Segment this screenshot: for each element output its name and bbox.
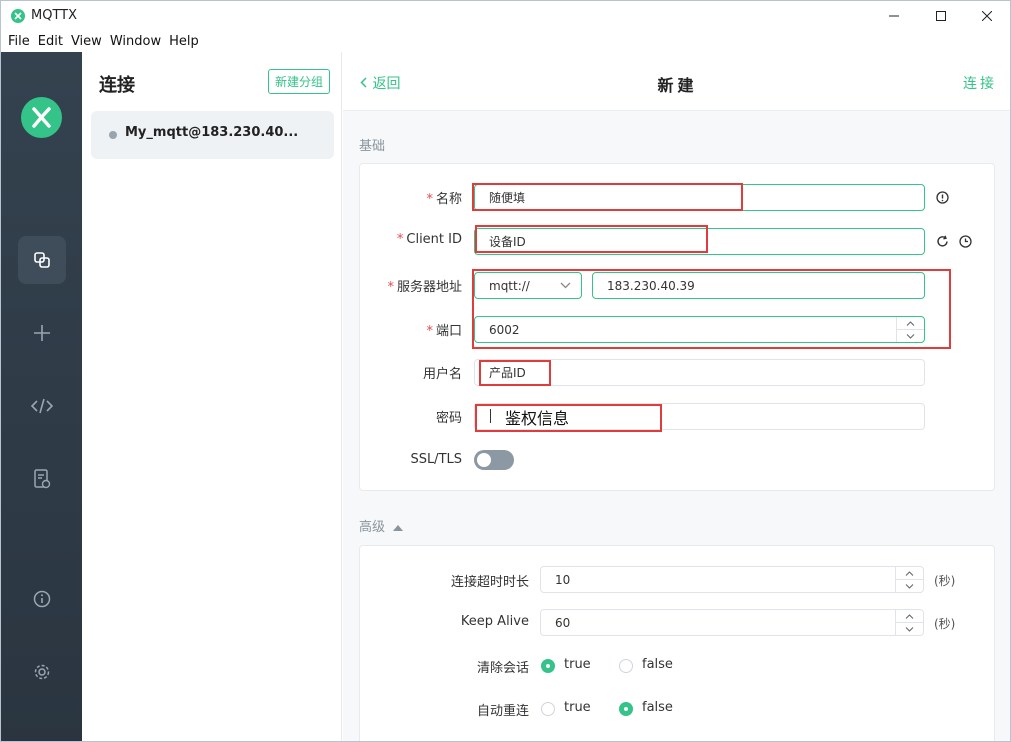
annotation-box-username bbox=[479, 360, 551, 386]
menu-view[interactable]: View bbox=[71, 32, 102, 52]
menu-edit[interactable]: Edit bbox=[38, 32, 63, 52]
auto-reconnect-true-label[interactable]: true bbox=[564, 700, 591, 715]
chevron-up-icon[interactable] bbox=[896, 610, 923, 623]
minimize-button[interactable] bbox=[871, 1, 917, 31]
connection-name: My_mqtt@183.230.40... bbox=[125, 125, 299, 140]
chevron-down-icon[interactable] bbox=[896, 580, 923, 592]
page-header: 返回 新建 连接 bbox=[343, 52, 1010, 111]
main-content: 返回 新建 连接 基础 * 名称 随便填 * Client ID 设备ID * 服务器… bbox=[343, 52, 1010, 741]
code-icon[interactable] bbox=[18, 382, 66, 430]
auto-reconnect-true-radio[interactable] bbox=[541, 702, 555, 716]
ssl-label: SSL/TLS bbox=[410, 452, 462, 467]
basic-section-label: 基础 bbox=[359, 139, 386, 154]
annotation-box-client-id bbox=[475, 225, 708, 253]
clean-session-true-label[interactable]: true bbox=[564, 657, 591, 672]
clean-session-false-label[interactable]: false bbox=[642, 657, 673, 672]
new-group-button[interactable]: 新建分组 bbox=[268, 69, 330, 94]
auto-reconnect-false-radio[interactable] bbox=[619, 702, 633, 716]
auto-reconnect-label: 自动重连 bbox=[476, 704, 529, 719]
keepalive-label: Keep Alive bbox=[460, 614, 529, 629]
connection-item[interactable]: My_mqtt@183.230.40... bbox=[91, 111, 334, 159]
status-dot-icon bbox=[109, 131, 117, 139]
log-icon[interactable] bbox=[18, 455, 66, 503]
auto-reconnect-false-label[interactable]: false bbox=[642, 700, 673, 715]
keepalive-input[interactable]: 60 bbox=[540, 609, 924, 636]
port-label: * 端口 bbox=[426, 324, 462, 339]
info-icon[interactable] bbox=[18, 575, 66, 623]
chevron-up-icon[interactable] bbox=[896, 567, 923, 580]
connections-title: 连接 bbox=[99, 75, 135, 96]
timeout-label: 连接超时时长 bbox=[450, 575, 529, 590]
timeout-stepper[interactable] bbox=[895, 567, 923, 592]
name-label: * 名称 bbox=[426, 192, 462, 207]
keepalive-stepper[interactable] bbox=[895, 610, 923, 635]
advanced-section-label[interactable]: 高级 bbox=[359, 516, 404, 535]
mqttx-logo-icon bbox=[11, 9, 25, 23]
connection-panel: 连接 新建分组 My_mqtt@183.230.40... bbox=[82, 52, 342, 741]
window-title: MQTTX bbox=[31, 8, 78, 23]
clean-session-label: 清除会话 bbox=[476, 661, 529, 676]
menu-window[interactable]: Window bbox=[110, 32, 161, 52]
app-window: MQTTX File Edit View Window Help 连接 新建分组… bbox=[0, 0, 1011, 742]
connections-icon[interactable] bbox=[18, 236, 66, 284]
chevron-down-icon[interactable] bbox=[896, 623, 923, 635]
settings-icon[interactable] bbox=[18, 648, 66, 696]
page-title: 新建 bbox=[657, 76, 698, 95]
maximize-button[interactable] bbox=[918, 1, 964, 31]
title-bar: MQTTX bbox=[1, 1, 1010, 31]
clock-icon[interactable] bbox=[957, 233, 973, 249]
username-label: 用户名 bbox=[422, 367, 462, 382]
advanced-card: 连接超时时长 10 (秒) Keep Alive 60 (秒) 清除会话 tru… bbox=[359, 545, 995, 741]
clean-session-true-radio[interactable] bbox=[541, 659, 555, 673]
timeout-input[interactable]: 10 bbox=[540, 566, 924, 593]
menu-help[interactable]: Help bbox=[169, 32, 199, 52]
annotation-box-name bbox=[472, 183, 743, 211]
host-label: * 服务器地址 bbox=[387, 280, 462, 295]
menu-bar: File Edit View Window Help bbox=[1, 32, 200, 52]
menu-file[interactable]: File bbox=[8, 32, 30, 52]
ssl-toggle[interactable] bbox=[474, 450, 514, 470]
plus-icon[interactable] bbox=[18, 309, 66, 357]
password-label: 密码 bbox=[435, 411, 462, 426]
annotation-box-password bbox=[475, 404, 662, 432]
clean-session-false-radio[interactable] bbox=[619, 659, 633, 673]
mqttx-brand-icon bbox=[21, 97, 62, 138]
refresh-icon[interactable] bbox=[934, 233, 950, 249]
nav-rail bbox=[1, 52, 82, 741]
annotation-box-host-port bbox=[472, 269, 951, 349]
timeout-unit: (秒) bbox=[934, 574, 956, 588]
connect-button[interactable]: 连接 bbox=[963, 73, 997, 93]
client-id-label: * Client ID bbox=[396, 232, 462, 247]
info-icon[interactable] bbox=[934, 189, 950, 205]
close-button[interactable] bbox=[964, 1, 1010, 31]
keepalive-unit: (秒) bbox=[934, 617, 956, 631]
caret-up-icon bbox=[393, 525, 404, 531]
